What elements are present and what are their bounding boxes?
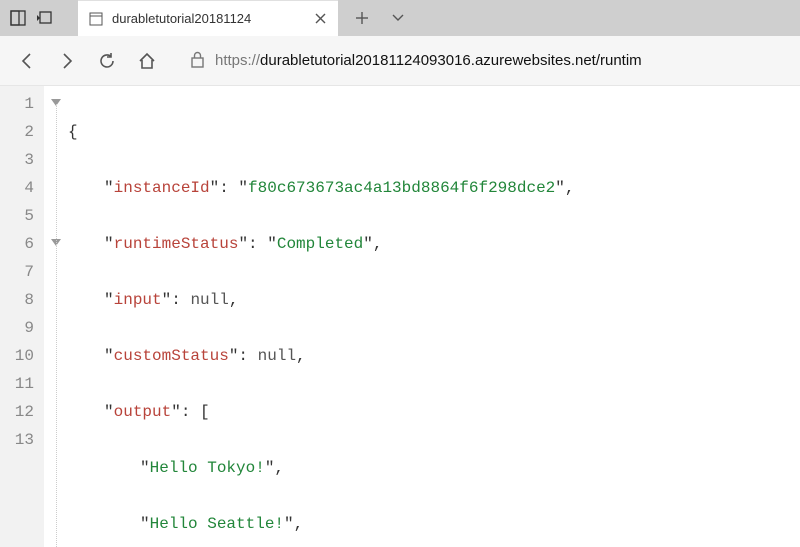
forward-button[interactable] bbox=[50, 44, 84, 78]
refresh-button[interactable] bbox=[90, 44, 124, 78]
json-value: null bbox=[190, 291, 228, 309]
titlebar-left-controls bbox=[0, 0, 78, 36]
url-protocol: https:// bbox=[215, 52, 260, 69]
line-number: 1 bbox=[6, 90, 34, 118]
line-number: 13 bbox=[6, 426, 34, 454]
browser-tab-active[interactable]: durabletutorial20181124 bbox=[78, 0, 338, 36]
line-number: 5 bbox=[6, 202, 34, 230]
new-tab-button[interactable] bbox=[346, 2, 378, 34]
json-key: instanceId bbox=[114, 179, 210, 197]
line-number: 8 bbox=[6, 286, 34, 314]
json-value: Hello Seattle! bbox=[150, 515, 284, 533]
line-number: 12 bbox=[6, 398, 34, 426]
json-value: null bbox=[258, 347, 296, 365]
tab-title: durabletutorial20181124 bbox=[112, 11, 304, 26]
line-number: 7 bbox=[6, 258, 34, 286]
line-number: 11 bbox=[6, 370, 34, 398]
json-value: Completed bbox=[277, 235, 363, 253]
home-button[interactable] bbox=[130, 44, 164, 78]
back-button[interactable] bbox=[10, 44, 44, 78]
titlebar-right-controls bbox=[338, 0, 414, 36]
line-number: 9 bbox=[6, 314, 34, 342]
line-number: 3 bbox=[6, 146, 34, 174]
lock-icon bbox=[190, 51, 205, 71]
window-layout-icon[interactable] bbox=[8, 8, 28, 28]
tab-setaside-icon[interactable] bbox=[34, 8, 54, 28]
json-key: runtimeStatus bbox=[114, 235, 239, 253]
json-key: input bbox=[114, 291, 162, 309]
line-number: 6 bbox=[6, 230, 34, 258]
browser-toolbar: https://durabletutorial20181124093016.az… bbox=[0, 36, 800, 86]
json-key: customStatus bbox=[114, 347, 229, 365]
fold-toggle-icon[interactable] bbox=[44, 90, 68, 118]
url-host-path: durabletutorial20181124093016.azurewebsi… bbox=[260, 52, 642, 69]
line-number: 2 bbox=[6, 118, 34, 146]
json-key: output bbox=[114, 403, 172, 421]
code-content[interactable]: { "instanceId": "f80c673673ac4a13bd8864f… bbox=[68, 86, 574, 547]
fold-gutter bbox=[44, 86, 68, 547]
url-text: https://durabletutorial20181124093016.az… bbox=[215, 52, 642, 69]
json-value: f80c673673ac4a13bd8864f6f298dce2 bbox=[248, 179, 555, 197]
fold-toggle-icon[interactable] bbox=[44, 230, 68, 258]
tab-dropdown-button[interactable] bbox=[382, 2, 414, 34]
address-bar[interactable]: https://durabletutorial20181124093016.az… bbox=[170, 44, 790, 78]
window-titlebar: durabletutorial20181124 bbox=[0, 0, 800, 36]
line-number: 10 bbox=[6, 342, 34, 370]
tab-close-button[interactable] bbox=[312, 11, 328, 27]
line-number: 4 bbox=[6, 174, 34, 202]
tab-favicon-icon bbox=[88, 11, 104, 27]
line-number-gutter: 1 2 3 4 5 6 7 8 9 10 11 12 13 bbox=[0, 86, 44, 547]
json-viewer: 1 2 3 4 5 6 7 8 9 10 11 12 13 { "instanc… bbox=[0, 86, 800, 547]
json-value: Hello Tokyo! bbox=[150, 459, 265, 477]
